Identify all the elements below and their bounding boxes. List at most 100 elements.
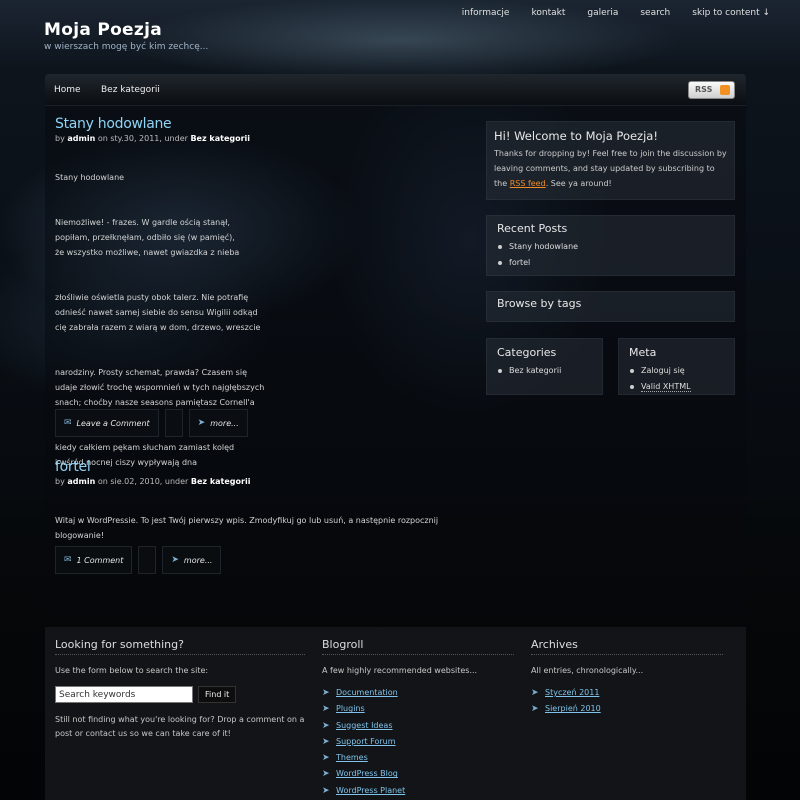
rss-icon xyxy=(720,85,730,95)
welcome-widget: Hi! Welcome to Moja Poezja! Thanks for d… xyxy=(486,121,735,200)
search-form: Find it xyxy=(55,686,305,703)
tags-title: Browse by tags xyxy=(497,297,582,310)
footer-search-title: Looking for something? xyxy=(55,638,305,655)
post: Stany hodowlane by admin on sty.30, 2011… xyxy=(55,116,465,500)
more-button[interactable]: ➤ more... xyxy=(162,546,222,574)
archive-link[interactable]: ➤ Sierpień 2010 xyxy=(531,701,723,717)
find-it-button[interactable]: Find it xyxy=(198,686,237,703)
footer-blogroll-section: Blogroll A few highly recommended websit… xyxy=(322,638,514,799)
blogroll-link[interactable]: ➤ Suggest Ideas xyxy=(322,718,514,734)
blogroll-link-label: Documentation xyxy=(336,688,398,697)
post-paragraph: Witaj w WordPressie. To jest Twój pierws… xyxy=(55,516,439,540)
rss-button[interactable]: RSS xyxy=(688,81,735,99)
recent-posts-title: Recent Posts xyxy=(497,222,568,235)
recent-posts-list: Stany hodowlane fortel xyxy=(497,239,724,271)
top-nav: informacje kontakt galeria search skip t… xyxy=(451,8,770,18)
site-tagline: w wierszach mogę być kim zechcę... xyxy=(44,42,209,52)
post-meta-by: by xyxy=(55,477,65,486)
blogroll-list: ➤ Documentation ➤ Plugins ➤ Suggest Ideas ➤… xyxy=(322,685,514,799)
post-author-link[interactable]: admin xyxy=(67,477,95,486)
post-meta: by admin on sty.30, 2011, under Bez kate… xyxy=(55,134,465,143)
blogroll-link-label: Plugins xyxy=(336,704,365,714)
post-author-link[interactable]: admin xyxy=(67,134,95,143)
arrow-right-icon: ➤ xyxy=(171,555,179,565)
top-nav-galeria[interactable]: galeria xyxy=(576,8,629,18)
blogroll-link-label: WordPress Blog xyxy=(336,769,398,779)
arrow-right-icon: ➤ xyxy=(531,704,539,715)
archives-list: ➤ Styczeń 2011 ➤ Sierpień 2010 xyxy=(531,685,723,718)
leave-comment-label: Leave a Comment xyxy=(76,418,150,428)
top-nav-search[interactable]: search xyxy=(629,8,681,18)
comments-button[interactable]: ✉ 1 Comment xyxy=(55,546,133,574)
archive-link[interactable]: ➤ Styczeń 2011 xyxy=(531,685,723,701)
skip-to-content-link[interactable]: skip to content ↓ xyxy=(681,8,770,18)
search-input[interactable] xyxy=(55,686,193,703)
post-actions: ✉ 1 Comment ➤ more... xyxy=(55,546,222,574)
leave-comment-button[interactable]: ✉ Leave a Comment xyxy=(55,409,159,437)
footer-search-section: Looking for something? Use the form belo… xyxy=(55,638,305,741)
post-meta-date: on sty.30, 2011, under xyxy=(97,134,188,143)
tags-widget: Browse by tags xyxy=(486,291,735,322)
archive-link-label: Styczeń 2011 xyxy=(545,688,600,697)
welcome-text: Thanks for dropping by! Feel free to joi… xyxy=(494,146,727,191)
blogroll-link[interactable]: ➤ Support Forum xyxy=(322,734,514,750)
rss-feed-link[interactable]: RSS feed xyxy=(510,179,546,188)
footer-search-intro: Use the form below to search the site: xyxy=(55,666,209,675)
button-spacer xyxy=(164,409,183,437)
footer-blogroll-intro: A few highly recommended websites... xyxy=(322,666,478,675)
comments-label: 1 Comment xyxy=(76,555,124,565)
categories-list: Bez kategorii xyxy=(497,363,592,379)
meta-list: Zaloguj się Valid XHTML xyxy=(629,363,724,395)
blogroll-link-label: WordPress Planet xyxy=(336,785,406,795)
site-title[interactable]: Moja Poezja xyxy=(44,20,162,40)
recent-post-link[interactable]: fortel xyxy=(497,255,724,271)
post-paragraph: narodziny. Prosty schemat, prawda? Czase… xyxy=(55,368,265,407)
blogroll-link-label: Themes xyxy=(336,753,368,763)
comment-icon: ✉ xyxy=(64,555,72,565)
top-nav-informacje[interactable]: informacje xyxy=(451,8,521,18)
post-meta: by admin on sie.02, 2010, under Bez kate… xyxy=(55,477,465,486)
footer-archives-intro: All entries, chronologically... xyxy=(531,666,644,675)
post-title[interactable]: fortel xyxy=(55,459,91,475)
login-link[interactable]: Zaloguj się xyxy=(629,363,724,379)
post-actions: ✉ Leave a Comment ➤ more... xyxy=(55,409,248,437)
blogroll-link[interactable]: ➤ Plugins xyxy=(322,701,514,717)
comment-icon: ✉ xyxy=(64,418,72,428)
blogroll-link-label: Suggest Ideas xyxy=(336,720,393,730)
post-title[interactable]: Stany hodowlane xyxy=(55,116,172,132)
valid-xhtml-link[interactable]: Valid XHTML xyxy=(629,379,724,395)
post-category-link[interactable]: Bez kategorii xyxy=(191,477,251,486)
footer-archives-title: Archives xyxy=(531,638,723,655)
rss-button-label: RSS xyxy=(695,85,713,94)
nav-home[interactable]: Home xyxy=(54,85,81,95)
arrow-right-icon: ➤ xyxy=(197,418,206,428)
meta-widget: Meta Zaloguj się Valid XHTML xyxy=(618,338,735,395)
button-spacer xyxy=(138,546,157,574)
blogroll-link[interactable]: ➤ WordPress Planet xyxy=(322,783,514,799)
arrow-right-icon: ➤ xyxy=(531,688,539,698)
categories-title: Categories xyxy=(497,346,557,359)
footer-search-outro: Still not finding what you're looking fo… xyxy=(55,715,305,738)
arrow-right-icon: ➤ xyxy=(322,720,330,731)
blogroll-link[interactable]: ➤ Themes xyxy=(322,750,514,766)
post-meta-by: by xyxy=(55,134,65,143)
main-nav-bar: Home Bez kategorii RSS xyxy=(45,74,746,106)
blogroll-link-label: Support Forum xyxy=(336,736,396,746)
blogroll-link[interactable]: ➤ Documentation xyxy=(322,685,514,701)
categories-widget: Categories Bez kategorii xyxy=(486,338,603,395)
post-paragraph: złośliwie oświetla pusty obok talerz. Ni… xyxy=(55,293,261,332)
nav-bez-kategorii[interactable]: Bez kategorii xyxy=(101,85,160,95)
arrow-right-icon: ➤ xyxy=(322,688,330,698)
welcome-title: Hi! Welcome to Moja Poezja! xyxy=(494,129,658,143)
blogroll-link[interactable]: ➤ WordPress Blog xyxy=(322,766,514,782)
recent-posts-widget: Recent Posts Stany hodowlane fortel xyxy=(486,215,735,276)
footer-archives-section: Archives All entries, chronologically...… xyxy=(531,638,723,718)
meta-title: Meta xyxy=(629,346,657,359)
category-link[interactable]: Bez kategorii xyxy=(497,363,592,379)
top-nav-kontakt[interactable]: kontakt xyxy=(520,8,576,18)
more-button[interactable]: ➤ more... xyxy=(188,409,248,437)
post-category-link[interactable]: Bez kategorii xyxy=(190,134,250,143)
recent-post-link[interactable]: Stany hodowlane xyxy=(497,239,724,255)
archive-link-label: Sierpień 2010 xyxy=(545,704,601,714)
post-paragraph: Stany hodowlane xyxy=(55,173,125,182)
